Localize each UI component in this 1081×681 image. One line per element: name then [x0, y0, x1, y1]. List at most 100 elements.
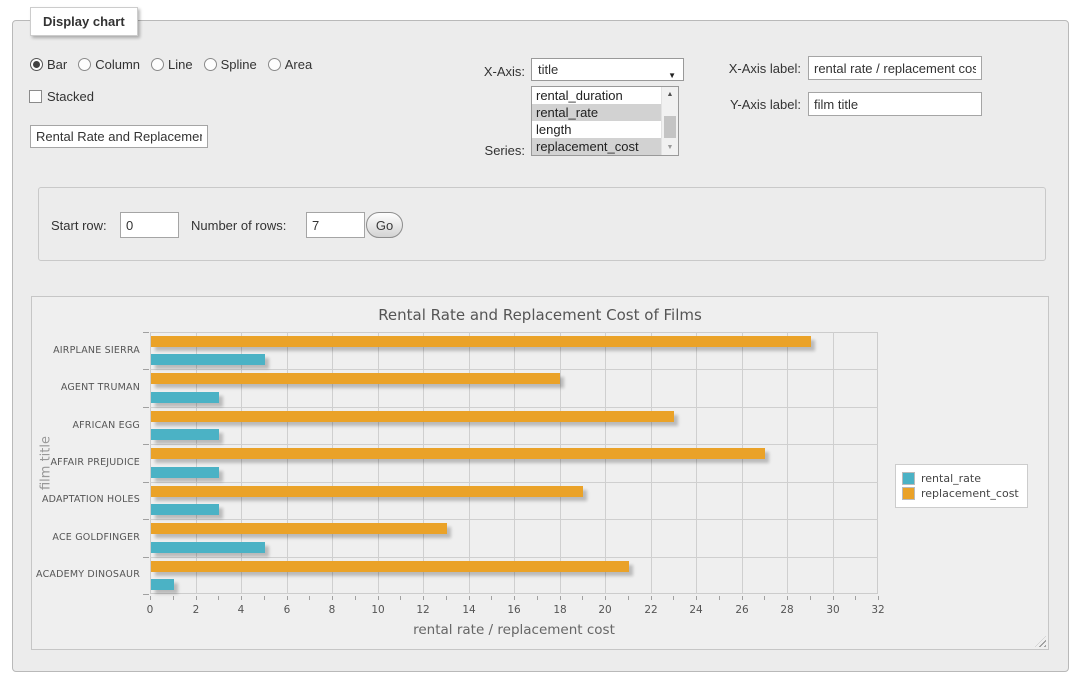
- scroll-up-icon[interactable]: ▲: [662, 87, 678, 102]
- legend-swatch: [902, 487, 915, 500]
- start-row-label: Start row:: [51, 218, 107, 233]
- x-tick-label: 26: [722, 604, 762, 616]
- x-tick-mark: [218, 596, 219, 600]
- legend-item-rental_rate: rental_rate: [902, 472, 1019, 485]
- x-tick-mark: [150, 596, 151, 600]
- gridline-vertical: [287, 332, 288, 594]
- resize-handle-icon[interactable]: [1035, 636, 1046, 647]
- chart-type-radio-spline[interactable]: [204, 58, 217, 71]
- x-tick-mark: [810, 596, 811, 600]
- display-chart-fieldset: BarColumnLineSplineArea Stacked X-Axis: …: [12, 20, 1069, 672]
- chart-type-radio-line[interactable]: [151, 58, 164, 71]
- x-axis-label-input[interactable]: [808, 56, 982, 80]
- listbox-scrollbar[interactable]: ▲ ▼: [661, 87, 678, 155]
- series-option-length[interactable]: length: [532, 121, 662, 138]
- gridline-vertical: [196, 332, 197, 594]
- x-tick-mark: [423, 596, 424, 600]
- stacked-row: Stacked: [29, 89, 94, 104]
- rows-panel: Start row: Number of rows: Go: [38, 187, 1046, 261]
- legend-swatch: [902, 472, 915, 485]
- x-tick-label: 2: [176, 604, 216, 616]
- gridline-horizontal: [150, 482, 878, 483]
- x-tick-mark: [787, 596, 788, 600]
- chart-type-option-line: Line: [151, 57, 193, 72]
- series-listbox[interactable]: rental_durationrental_ratelengthreplacem…: [531, 86, 679, 156]
- gridline-vertical: [332, 332, 333, 594]
- x-axis-select[interactable]: title ▼: [531, 58, 684, 81]
- x-tick-mark: [264, 596, 265, 600]
- bar-rental_rate-6: [151, 579, 174, 590]
- x-tick-mark: [196, 596, 197, 600]
- category-label: ACADEMY DINOSAUR: [32, 569, 140, 581]
- start-row-input[interactable]: [120, 212, 179, 238]
- y-axis-label-input[interactable]: [808, 92, 982, 116]
- x-tick-mark: [173, 596, 174, 600]
- category-label: AFRICAN EGG: [32, 420, 140, 432]
- page: Display chart BarColumnLineSplineArea St…: [0, 0, 1081, 681]
- chart-type-option-area: Area: [268, 57, 312, 72]
- y-tick-mark: [143, 369, 149, 370]
- x-tick-mark: [514, 596, 515, 600]
- y-tick-mark: [143, 482, 149, 483]
- x-tick-mark: [491, 596, 492, 600]
- chart-title-input[interactable]: [30, 125, 208, 148]
- x-tick-mark: [878, 596, 879, 600]
- x-tick-label: 12: [403, 604, 443, 616]
- series-option-rental_rate[interactable]: rental_rate: [532, 104, 662, 121]
- x-tick-label: 4: [221, 604, 261, 616]
- x-tick-label: 32: [858, 604, 898, 616]
- go-button[interactable]: Go: [366, 212, 403, 238]
- chart-legend: rental_ratereplacement_cost: [895, 464, 1028, 508]
- x-tick-mark: [719, 596, 720, 600]
- x-tick-label: 10: [358, 604, 398, 616]
- stacked-checkbox[interactable]: [29, 90, 42, 103]
- x-tick-mark: [833, 596, 834, 600]
- chart-type-radio-bar[interactable]: [30, 58, 43, 71]
- bar-rental_rate-0: [151, 354, 265, 365]
- series-option-replacement_cost[interactable]: replacement_cost: [532, 138, 662, 155]
- chart-type-radio-column[interactable]: [78, 58, 91, 71]
- chart-x-axis-label: rental rate / replacement cost: [150, 622, 878, 638]
- legend-label: rental_rate: [921, 472, 981, 485]
- num-rows-input[interactable]: [306, 212, 365, 238]
- series-options: rental_durationrental_ratelengthreplacem…: [532, 87, 678, 155]
- x-tick-mark: [537, 596, 538, 600]
- x-tick-mark: [378, 596, 379, 600]
- bar-replacement_cost-4: [151, 486, 583, 497]
- x-tick-label: 18: [540, 604, 580, 616]
- series-label: Series:: [413, 143, 525, 158]
- y-tick-mark: [143, 332, 149, 333]
- x-tick-label: 28: [767, 604, 807, 616]
- y-axis-label-field-label: Y-Axis label:: [689, 97, 801, 112]
- gridline-vertical: [696, 332, 697, 594]
- gridline-vertical: [651, 332, 652, 594]
- series-option-rental_duration[interactable]: rental_duration: [532, 87, 662, 104]
- gridline-horizontal: [150, 369, 878, 370]
- scrollbar-thumb[interactable]: [664, 116, 676, 138]
- x-tick-mark: [764, 596, 765, 600]
- bar-rental_rate-3: [151, 467, 219, 478]
- x-tick-mark: [355, 596, 356, 600]
- gridline-vertical: [423, 332, 424, 594]
- x-tick-mark: [560, 596, 561, 600]
- x-tick-mark: [582, 596, 583, 600]
- chart-type-radio-area[interactable]: [268, 58, 281, 71]
- x-tick-mark: [287, 596, 288, 600]
- num-rows-label: Number of rows:: [191, 218, 286, 233]
- x-tick-mark: [332, 596, 333, 600]
- chart-container: Rental Rate and Replacement Cost of Film…: [31, 296, 1049, 650]
- scroll-down-icon[interactable]: ▼: [662, 140, 678, 155]
- x-tick-mark: [241, 596, 242, 600]
- chart-type-label: Column: [95, 57, 140, 72]
- y-tick-mark: [143, 519, 149, 520]
- x-tick-mark: [855, 596, 856, 600]
- x-tick-label: 20: [585, 604, 625, 616]
- gridline-vertical: [787, 332, 788, 594]
- gridline-vertical: [560, 332, 561, 594]
- chart-type-label: Area: [285, 57, 312, 72]
- gridline-vertical: [605, 332, 606, 594]
- category-label: AGENT TRUMAN: [32, 382, 140, 394]
- bar-replacement_cost-1: [151, 373, 560, 384]
- x-tick-label: 16: [494, 604, 534, 616]
- x-tick-label: 8: [312, 604, 352, 616]
